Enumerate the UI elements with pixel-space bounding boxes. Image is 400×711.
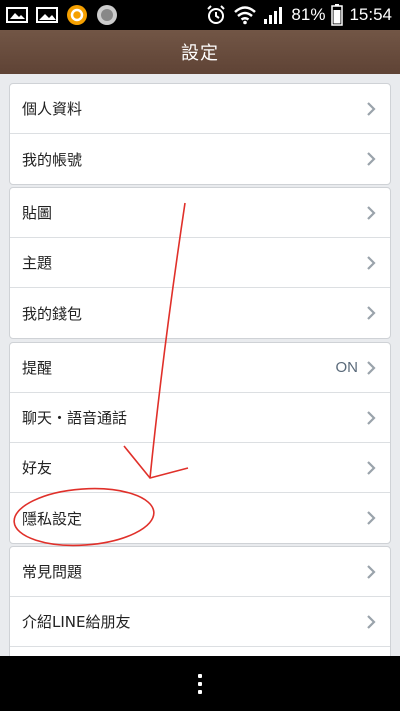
settings-item-account[interactable]: 我的帳號 xyxy=(10,134,390,184)
settings-item-label: 貼圖 xyxy=(22,204,53,222)
chevron-right-icon xyxy=(366,255,376,270)
alarm-icon xyxy=(205,4,227,26)
settings-group-help: 常見問題 介紹LINE給朋友 xyxy=(9,546,391,656)
settings-item-label: 隱私設定 xyxy=(22,509,83,528)
settings-item-label: 聊天・語音通話 xyxy=(22,409,128,427)
chevron-right-icon xyxy=(366,306,376,320)
settings-item-faq[interactable]: 常見問題 xyxy=(10,547,390,597)
chevron-right-icon xyxy=(366,360,376,375)
settings-group-shop: 貼圖 主題 我的錢包 xyxy=(9,187,391,339)
settings-item-themes[interactable]: 主題 xyxy=(10,238,390,288)
settings-item-label: 我的錢包 xyxy=(22,304,83,323)
settings-item-label: 我的帳號 xyxy=(22,150,83,169)
settings-item-profile[interactable]: 個人資料 xyxy=(10,84,390,134)
settings-item-label: 介紹LINE給朋友 xyxy=(22,613,131,631)
wifi-icon xyxy=(233,5,257,25)
menu-icon[interactable] xyxy=(198,673,202,694)
orange-app-icon xyxy=(66,4,88,26)
settings-item-stickers[interactable]: 貼圖 xyxy=(10,188,390,238)
chevron-right-icon xyxy=(366,564,376,579)
settings-item-label: 個人資料 xyxy=(22,100,83,118)
chevron-right-icon xyxy=(366,410,376,425)
battery-percent: 81% xyxy=(291,5,326,24)
settings-item-chats-calls[interactable]: 聊天・語音通話 xyxy=(10,393,390,443)
picture-icon xyxy=(36,6,58,24)
settings-item-label: 常見問題 xyxy=(22,563,83,581)
circle-app-icon xyxy=(96,4,118,26)
battery-icon xyxy=(331,4,344,26)
page-title: 設定 xyxy=(181,43,219,64)
settings-group-account: 個人資料 我的帳號 xyxy=(9,83,391,185)
settings-list[interactable]: 個人資料 我的帳號 貼圖 主題 我的錢包 提醒 ON 聊天・語音通話 好友 隱私… xyxy=(0,74,400,656)
chevron-right-icon xyxy=(366,614,376,629)
settings-item-more[interactable] xyxy=(10,647,390,656)
chevron-right-icon xyxy=(366,460,376,475)
clock: 15:54 xyxy=(349,5,392,24)
settings-item-wallet[interactable]: 我的錢包 xyxy=(10,288,390,338)
navigation-bar xyxy=(0,656,400,711)
chevron-right-icon xyxy=(366,152,376,166)
settings-item-notifications[interactable]: 提醒 ON xyxy=(10,343,390,393)
gallery-icon xyxy=(6,6,28,24)
notification-status: ON xyxy=(335,359,359,376)
app-header: 設定 xyxy=(0,30,400,74)
settings-item-label: 提醒 xyxy=(22,359,53,377)
settings-group-general: 提醒 ON 聊天・語音通話 好友 隱私設定 xyxy=(9,342,391,544)
chevron-right-icon xyxy=(366,205,376,220)
settings-item-privacy[interactable]: 隱私設定 xyxy=(10,493,390,543)
signal-icon xyxy=(263,5,285,25)
chevron-right-icon xyxy=(366,101,376,116)
settings-item-invite[interactable]: 介紹LINE給朋友 xyxy=(10,597,390,647)
chevron-right-icon xyxy=(366,511,376,525)
settings-item-friends[interactable]: 好友 xyxy=(10,443,390,493)
settings-item-label: 主題 xyxy=(22,254,53,272)
settings-item-label: 好友 xyxy=(22,459,53,477)
status-bar: 81% 15:54 xyxy=(0,0,400,30)
